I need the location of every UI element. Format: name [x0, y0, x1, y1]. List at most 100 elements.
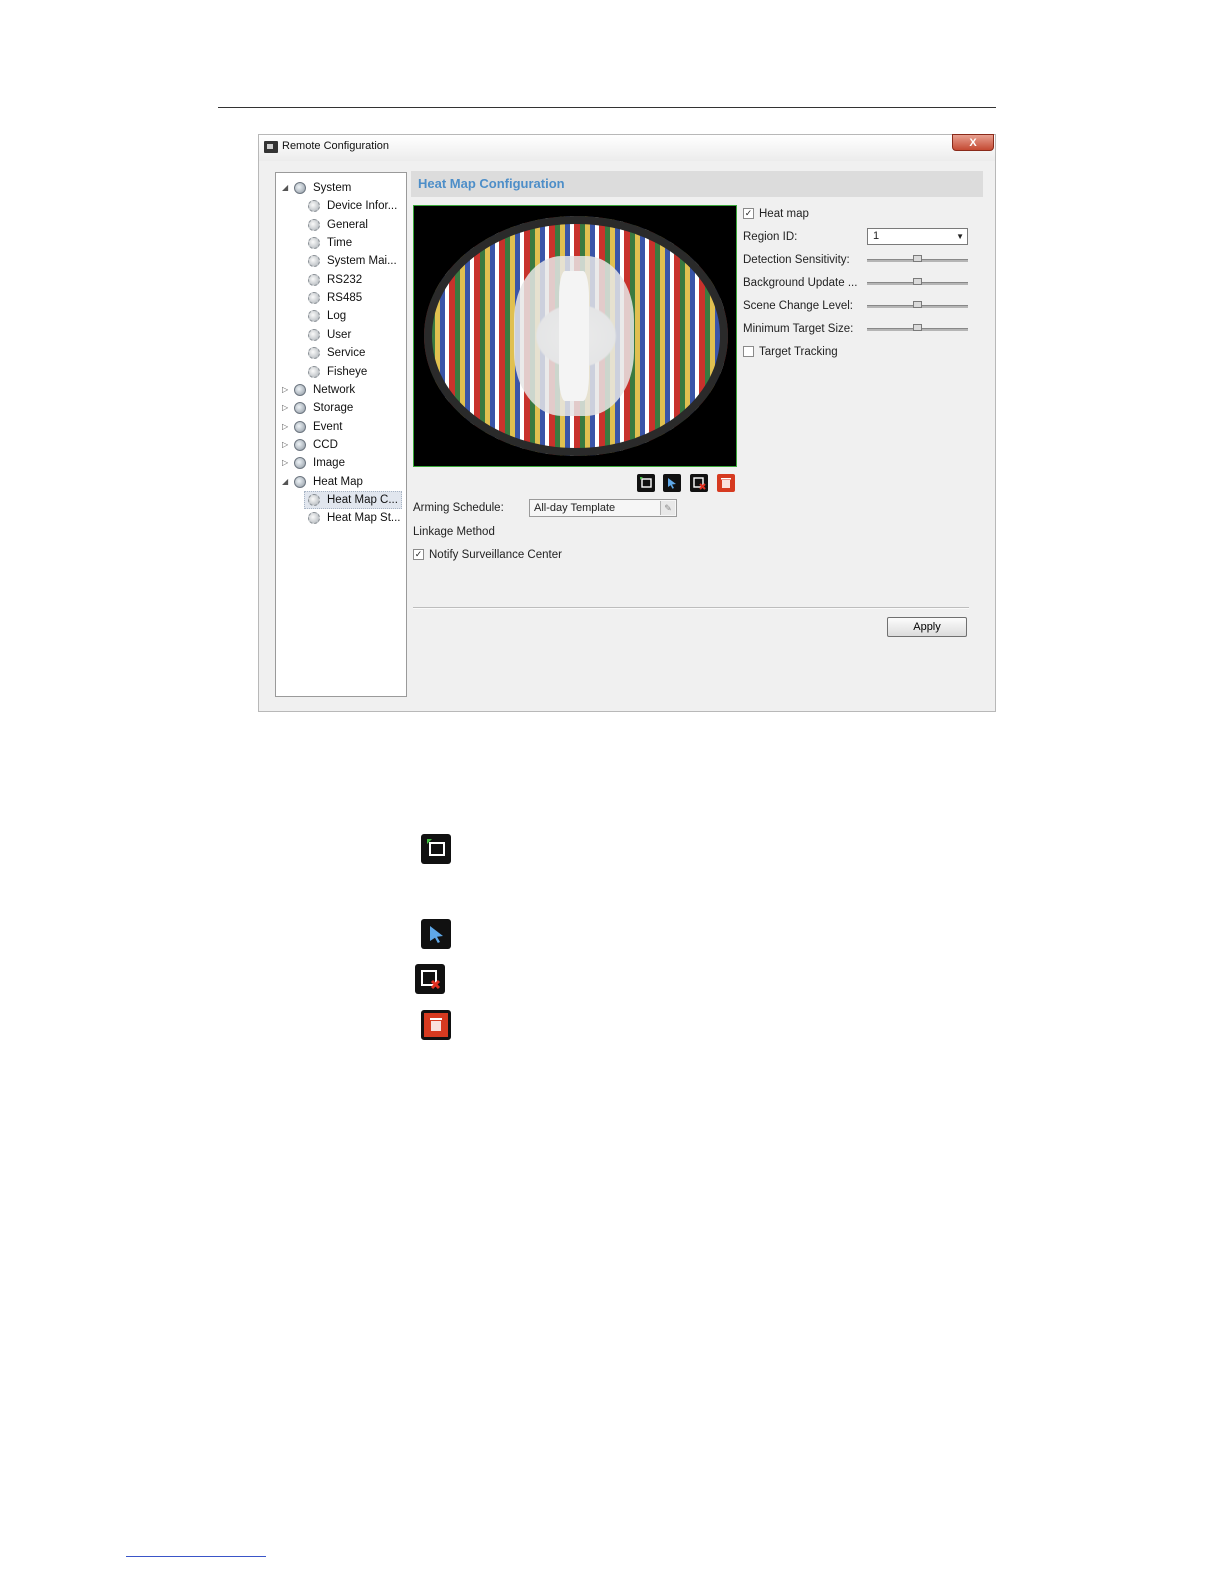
video-preview[interactable]	[413, 205, 737, 467]
detection-sensitivity-thumb[interactable]	[913, 255, 922, 262]
tree-item-label: RS232	[327, 273, 363, 286]
tree-item-log[interactable]: Log	[276, 307, 406, 325]
region-id-value: 1	[873, 230, 880, 242]
collapse-arrow-icon[interactable]: ◢	[282, 473, 290, 491]
gear-icon	[308, 365, 320, 378]
delete-icon[interactable]	[717, 474, 735, 492]
region-id-select[interactable]: 1 ▼	[867, 228, 968, 245]
background-update-thumb[interactable]	[913, 278, 922, 285]
expand-arrow-icon[interactable]: ▷	[282, 381, 290, 399]
background-update-label: Background Update ...	[743, 277, 858, 289]
draw-area-icon[interactable]	[637, 474, 655, 492]
fisheye-aisle	[559, 271, 589, 401]
tree-item-system-mai[interactable]: System Mai...	[276, 252, 406, 270]
collapse-arrow-icon[interactable]: ◢	[282, 179, 290, 197]
scene-change-level-row: Scene Change Level:	[743, 297, 983, 315]
tree-item-device-infor[interactable]: Device Infor...	[276, 197, 406, 215]
expand-arrow-icon[interactable]: ▷	[282, 399, 290, 417]
gear-icon	[308, 310, 320, 323]
tree-item-heat-map-c[interactable]: Heat Map C...	[276, 490, 406, 509]
tree-item-label: Image	[313, 457, 345, 470]
tree-item-ccd[interactable]: ▷ CCD	[276, 436, 406, 454]
background-update-row: Background Update ...	[743, 274, 983, 292]
tree-item-rs232[interactable]: RS232	[276, 271, 406, 289]
gear-icon	[308, 328, 320, 341]
tree-item-user[interactable]: User	[276, 326, 406, 344]
tree-item-heat-map-st[interactable]: Heat Map St...	[276, 509, 406, 527]
tree-item-label: Heat Map St...	[327, 512, 401, 525]
notify-center-label: Notify Surveillance Center	[429, 549, 562, 561]
clear-area-icon[interactable]	[690, 474, 708, 492]
tree-item-system[interactable]: ◢ System	[276, 179, 406, 197]
footnote-rule	[126, 1556, 266, 1557]
expand-arrow-icon[interactable]: ▷	[282, 454, 290, 472]
gear-icon	[308, 493, 320, 506]
tree-item-label: System	[313, 182, 352, 194]
category-icon	[294, 383, 306, 396]
content-header: Heat Map Configuration	[411, 171, 983, 197]
tree-item-label: RS485	[327, 292, 363, 305]
tree-item-time[interactable]: Time	[276, 234, 406, 252]
tree-item-image[interactable]: ▷ Image	[276, 454, 406, 472]
category-icon	[294, 457, 306, 470]
tree-item-label: Network	[313, 383, 356, 396]
tree-item-general[interactable]: General	[276, 216, 406, 234]
tree-item-label: User	[327, 328, 352, 341]
tree-item-label: Fisheye	[327, 365, 368, 378]
tree-item-rs485[interactable]: RS485	[276, 289, 406, 307]
arming-schedule-field[interactable]: All-day Template ✎	[529, 499, 677, 517]
page-title: Heat Map Configuration	[418, 176, 565, 191]
app-icon	[264, 141, 278, 153]
region-id-row: Region ID: 1 ▼	[743, 228, 983, 246]
tree-item-label: General	[327, 218, 368, 231]
linkage-method-label: Linkage Method	[413, 526, 495, 538]
target-tracking-checkbox[interactable]	[743, 346, 754, 357]
clear-area-icon-large	[415, 964, 445, 994]
arming-schedule-value: All-day Template	[534, 502, 616, 514]
fisheye-image	[424, 216, 728, 456]
gear-icon	[308, 273, 320, 286]
tree-item-label: System Mai...	[327, 255, 397, 268]
tree-item-fisheye[interactable]: Fisheye	[276, 363, 406, 381]
tree-item-storage[interactable]: ▷ Storage	[276, 399, 406, 417]
category-icon	[294, 182, 306, 194]
category-icon	[294, 402, 306, 415]
minimum-target-size-row: Minimum Target Size:	[743, 320, 983, 338]
notify-center-checkbox[interactable]: ✓	[413, 549, 424, 560]
gear-icon	[308, 347, 320, 360]
category-icon	[294, 420, 306, 433]
tree-item-label: Device Infor...	[327, 200, 398, 213]
expand-arrow-icon[interactable]: ▷	[282, 418, 290, 436]
category-icon	[294, 438, 306, 451]
remote-configuration-window: Remote Configuration X ◢ System Device Inf…	[258, 134, 996, 712]
gear-icon	[308, 237, 320, 250]
gear-icon	[308, 218, 320, 231]
tree-item-label: Service	[327, 347, 366, 360]
gear-icon	[308, 512, 320, 525]
tree-item-event[interactable]: ▷ Event	[276, 418, 406, 436]
title-bar[interactable]: Remote Configuration X	[259, 134, 995, 161]
tree-item-label: Log	[327, 310, 347, 323]
expand-arrow-icon[interactable]: ▷	[282, 436, 290, 454]
window-title: Remote Configuration	[282, 140, 390, 152]
target-tracking-label: Target Tracking	[759, 346, 838, 358]
heat-map-checkbox[interactable]: ✓	[743, 208, 754, 219]
minimum-target-size-thumb[interactable]	[913, 324, 922, 331]
tree-item-label: Heat Map C...	[327, 493, 398, 506]
scene-change-level-thumb[interactable]	[913, 301, 922, 308]
category-icon	[294, 475, 306, 488]
close-button[interactable]: X	[952, 134, 994, 151]
tree-item-service[interactable]: Service	[276, 344, 406, 362]
tree-item-heat-map[interactable]: ◢ Heat Map	[276, 473, 406, 491]
delete-icon-large	[421, 1010, 451, 1040]
tree-item-label: Time	[327, 237, 353, 250]
apply-button[interactable]: Apply	[887, 617, 967, 637]
edit-icon[interactable]: ✎	[660, 501, 675, 515]
heat-map-label: Heat map	[759, 208, 809, 220]
tree-item-label: Storage	[313, 402, 354, 415]
select-pointer-icon-large	[421, 919, 451, 949]
minimum-target-size-label: Minimum Target Size:	[743, 323, 854, 335]
select-pointer-icon[interactable]	[663, 474, 681, 492]
tree-item-network[interactable]: ▷ Network	[276, 381, 406, 399]
detection-sensitivity-row: Detection Sensitivity:	[743, 251, 983, 269]
